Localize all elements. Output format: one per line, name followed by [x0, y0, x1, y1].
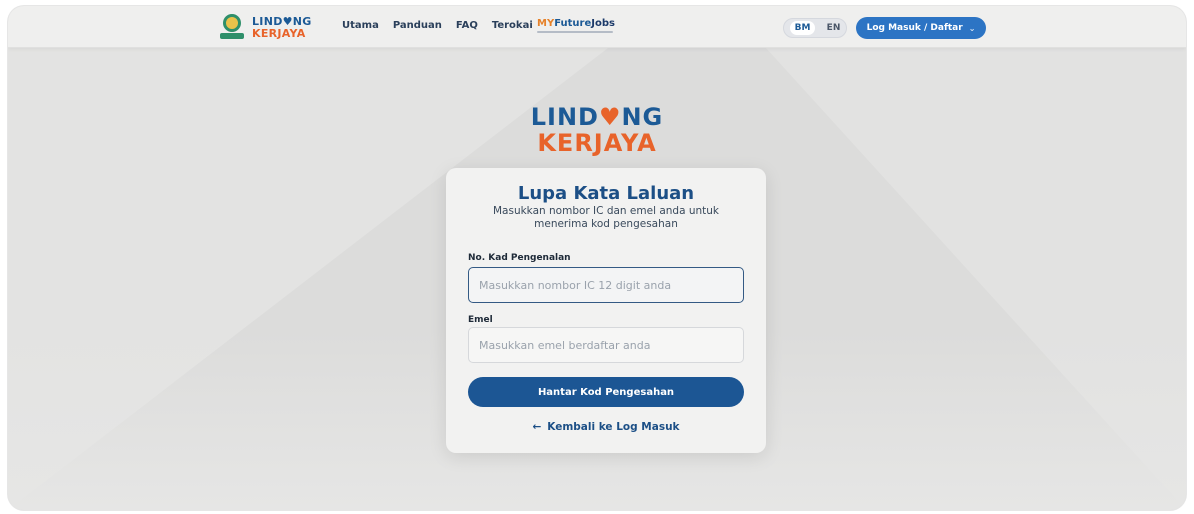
- ic-number-input[interactable]: [468, 267, 744, 303]
- arrow-left-icon: ←: [532, 421, 542, 433]
- logo-word-top: LIND♥NG: [530, 103, 664, 131]
- top-navbar: LIND♥NG KERJAYA Utama Panduan FAQ Teroka…: [8, 6, 1186, 48]
- back-to-login-label: Kembali ke Log Masuk: [547, 421, 680, 433]
- brand-wordmark: LIND♥NG KERJAYA: [252, 16, 312, 39]
- nav-link-faq[interactable]: FAQ: [456, 20, 478, 31]
- nav-link-terokai[interactable]: Terokai: [492, 20, 533, 31]
- myfuturejobs-wordmark: MYFutureJobs: [537, 18, 615, 29]
- lindung-kerjaya-logo: LIND♥NG KERJAYA: [8, 105, 1186, 155]
- email-input[interactable]: [468, 327, 744, 363]
- app-window: LIND♥NG KERJAYA Utama Panduan FAQ Teroka…: [8, 6, 1186, 510]
- lang-bm-button[interactable]: BM: [789, 21, 816, 35]
- forgot-password-card: Lupa Kata Laluan Masukkan nombor IC dan …: [446, 168, 766, 453]
- brand-logo[interactable]: LIND♥NG KERJAYA: [220, 12, 312, 42]
- card-title: Lupa Kata Laluan: [517, 183, 695, 204]
- nav-link-panduan[interactable]: Panduan: [393, 20, 442, 31]
- language-switch: BM EN: [783, 18, 847, 38]
- myfuturejobs-logo[interactable]: MYFutureJobs: [537, 18, 615, 33]
- brand-word-top: LIND♥NG: [252, 14, 312, 28]
- login-register-button[interactable]: Log Masuk / Daftar ⌄: [856, 17, 986, 39]
- brand-word-bottom: KERJAYA: [252, 26, 306, 40]
- nav-link-utama[interactable]: Utama: [342, 20, 379, 31]
- chevron-down-icon: ⌄: [968, 23, 976, 33]
- email-field-label: Emel: [468, 315, 493, 325]
- heart-icon: ♥: [598, 103, 622, 131]
- send-code-button[interactable]: Hantar Kod Pengesahan: [468, 377, 744, 407]
- myfuturejobs-tagline: [537, 31, 613, 33]
- logo-word-bottom: KERJAYA: [537, 129, 657, 157]
- back-to-login-link[interactable]: ← Kembali ke Log Masuk: [446, 421, 766, 433]
- nav-links: Utama Panduan FAQ Terokai: [342, 20, 533, 31]
- ic-field-label: No. Kad Pengenalan: [468, 253, 571, 263]
- login-register-label: Log Masuk / Daftar: [866, 23, 963, 33]
- perkeso-emblem-icon: [220, 14, 244, 40]
- card-subtitle: Masukkan nombor IC dan emel anda untuk m…: [492, 205, 720, 230]
- lang-en-button[interactable]: EN: [827, 23, 841, 33]
